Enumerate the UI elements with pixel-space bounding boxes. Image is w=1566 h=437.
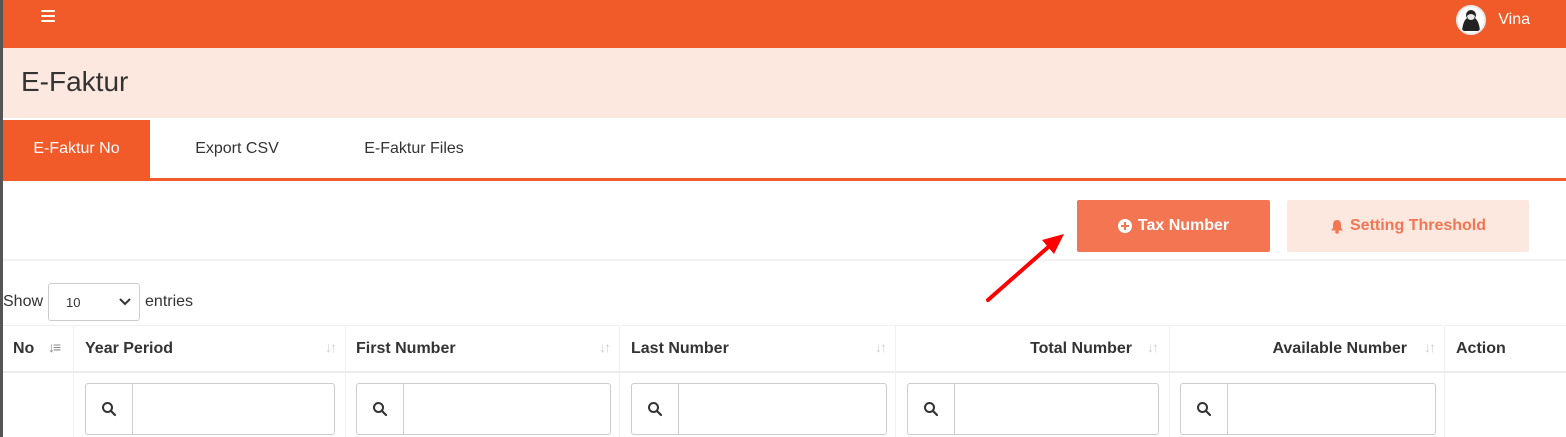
first-number-filter-field[interactable] bbox=[404, 384, 610, 434]
sort-icon: ↓↑ bbox=[1147, 339, 1159, 355]
last-number-filter-field[interactable] bbox=[679, 384, 886, 434]
filter-cell-total-number bbox=[896, 373, 1170, 437]
tab-export-csv[interactable]: Export CSV bbox=[173, 120, 301, 178]
search-icon bbox=[1181, 384, 1228, 434]
available-number-search-input[interactable] bbox=[1180, 383, 1436, 435]
top-navbar: Vina bbox=[3, 0, 1566, 48]
column-header-action: Action bbox=[1456, 340, 1506, 357]
sort-icon: ↓↑ bbox=[875, 339, 887, 355]
section-divider bbox=[3, 259, 1566, 261]
entries-select[interactable]: 10 bbox=[48, 283, 141, 321]
bell-icon bbox=[1331, 219, 1343, 234]
chevron-down-icon bbox=[119, 298, 131, 306]
total-number-filter-field[interactable] bbox=[955, 384, 1158, 434]
filter-cell-no bbox=[3, 373, 74, 437]
page-title: E-Faktur bbox=[21, 66, 129, 97]
setting-threshold-button[interactable]: Setting Threshold bbox=[1287, 200, 1529, 252]
search-icon bbox=[357, 384, 404, 434]
year-period-search-input[interactable] bbox=[85, 383, 335, 435]
search-icon bbox=[908, 384, 955, 434]
add-tax-number-label: Tax Number bbox=[1137, 217, 1230, 234]
filter-cell-available-number bbox=[1170, 373, 1445, 437]
username: Vina bbox=[1498, 11, 1530, 28]
first-number-search-input[interactable] bbox=[356, 383, 611, 435]
total-number-search-input[interactable] bbox=[907, 383, 1159, 435]
tab-efaktur-files[interactable]: E-Faktur Files bbox=[348, 120, 480, 178]
available-number-filter-field[interactable] bbox=[1228, 384, 1435, 434]
filter-cell-last-number bbox=[620, 373, 896, 437]
filter-cell-action bbox=[1445, 373, 1566, 437]
sort-icon: ↓↑ bbox=[325, 339, 337, 355]
setting-threshold-label: Setting Threshold bbox=[1350, 217, 1486, 234]
column-header-no[interactable]: No ↓≡ bbox=[3, 326, 74, 372]
last-number-search-input[interactable] bbox=[631, 383, 887, 435]
column-header-last-number[interactable]: Last Number ↓↑ bbox=[620, 326, 896, 372]
filter-cell-year-period bbox=[74, 373, 346, 437]
show-label: Show bbox=[3, 293, 44, 310]
sort-icon: ↓↑ bbox=[599, 339, 611, 355]
column-header-year-period[interactable]: Year Period ↓↑ bbox=[74, 326, 346, 372]
entries-select-value: 10 bbox=[66, 294, 81, 310]
plus-circle-icon bbox=[1117, 219, 1132, 233]
sort-icon: ↓↑ bbox=[1424, 339, 1436, 355]
tab-bar: E-Faktur No Export CSV E-Faktur Files bbox=[3, 120, 1566, 181]
add-tax-number-button[interactable]: Tax Number bbox=[1077, 200, 1270, 252]
column-header-available-number[interactable]: Available Number ↓↑ bbox=[1170, 326, 1445, 372]
annotation-arrow-icon bbox=[986, 234, 1064, 302]
page-header: E-Faktur bbox=[3, 48, 1566, 118]
search-icon bbox=[632, 384, 679, 434]
tab-efaktur-no[interactable]: E-Faktur No bbox=[3, 120, 150, 178]
table-header: No ↓≡ Year Period ↓↑ First Number ↓↑ Las… bbox=[3, 325, 1566, 373]
user-menu[interactable]: Vina bbox=[1456, 4, 1530, 36]
column-header-first-number[interactable]: First Number ↓↑ bbox=[346, 326, 620, 372]
filter-cell-first-number bbox=[346, 373, 620, 437]
length-menu: Show 10 entries bbox=[3, 283, 193, 321]
user-avatar-icon bbox=[1456, 5, 1487, 35]
year-period-filter-field[interactable] bbox=[133, 384, 334, 434]
sort-icon: ↓≡ bbox=[48, 339, 61, 355]
search-icon bbox=[86, 384, 133, 434]
column-header-total-number[interactable]: Total Number ↓↑ bbox=[896, 326, 1170, 372]
hamburger-icon[interactable] bbox=[41, 10, 57, 24]
entries-label: entries bbox=[145, 293, 194, 310]
table-filter-row bbox=[3, 373, 1566, 437]
app-frame: Vina E-Faktur E-Faktur No Export CSV E-F… bbox=[0, 0, 1566, 437]
